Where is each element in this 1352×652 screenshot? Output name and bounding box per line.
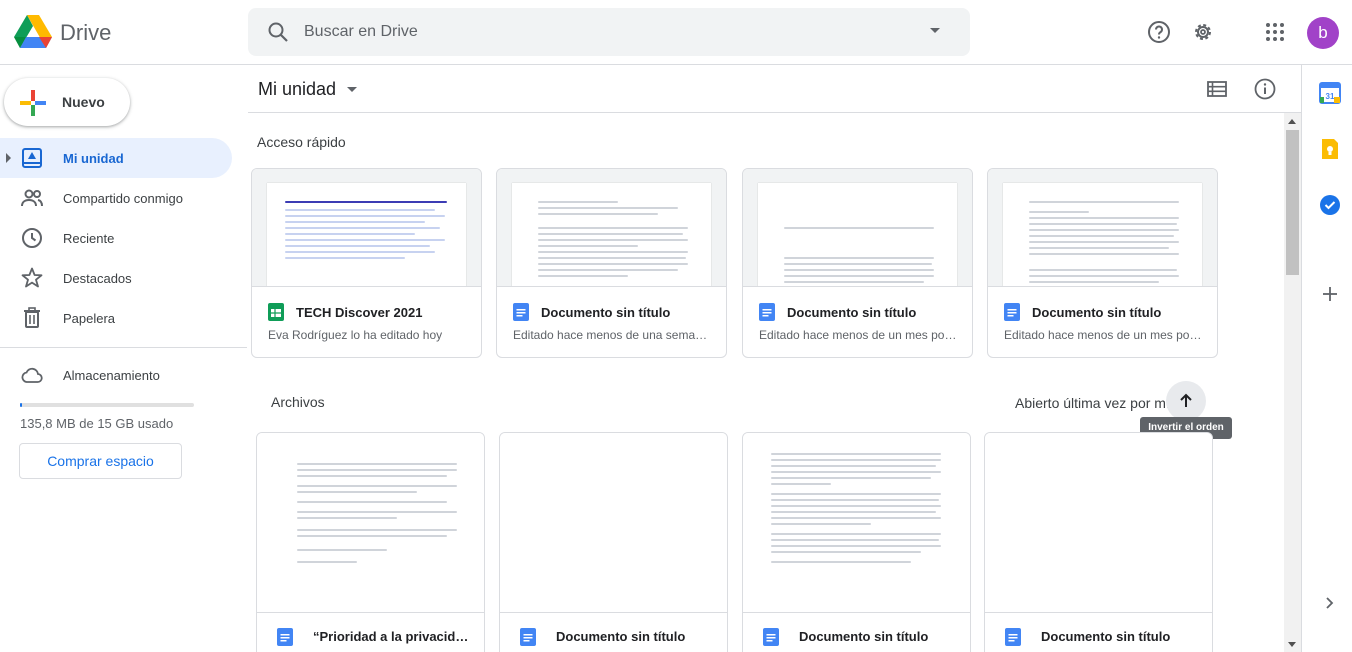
sidebar-item-trash[interactable]: Papelera [0, 298, 232, 338]
sidebar-item-starred[interactable]: Destacados [0, 258, 232, 298]
file-card[interactable]: Documento sin título [742, 432, 971, 652]
file-thumbnail [743, 433, 970, 613]
file-name: TECH Discover 2021 [296, 305, 423, 320]
keep-icon[interactable] [1319, 138, 1341, 160]
settings-gear-icon[interactable] [1191, 20, 1215, 44]
app-title[interactable]: Drive [60, 20, 111, 46]
file-name: “Prioridad a la privacidad … [313, 629, 473, 644]
cloud-icon [21, 367, 43, 383]
storage-progress-bar [20, 403, 194, 407]
tasks-icon[interactable] [1319, 194, 1341, 216]
arrow-up-icon [1180, 393, 1192, 407]
expand-panel-chevron-icon[interactable] [1319, 592, 1341, 614]
storage-usage-text: 135,8 MB de 15 GB usado [20, 416, 174, 431]
sheets-file-icon [268, 303, 284, 321]
file-thumbnail [257, 433, 484, 613]
clock-icon [22, 228, 42, 248]
file-name: Documento sin título [799, 629, 929, 644]
sidebar-item-label: Papelera [63, 311, 116, 326]
help-icon[interactable] [1147, 20, 1171, 44]
sidebar-divider [0, 347, 247, 348]
new-button-label: Nuevo [62, 94, 105, 110]
thumbnail-page [758, 183, 957, 286]
sidebar-item-storage[interactable]: Almacenamiento [0, 355, 232, 395]
file-card[interactable]: “Prioridad a la privacidad … [256, 432, 485, 652]
docs-file-icon [763, 628, 779, 646]
thumbnail-page [267, 183, 466, 286]
file-thumbnail [497, 169, 726, 287]
docs-file-icon [520, 628, 536, 646]
docs-file-icon [1005, 628, 1021, 646]
docs-file-icon [277, 628, 293, 646]
thumbnail-page [1003, 183, 1202, 286]
thumbnail-page [512, 183, 711, 286]
trash-icon [24, 307, 40, 328]
sidebar-item-label: Destacados [63, 271, 132, 286]
apps-grid-icon[interactable] [1263, 20, 1287, 44]
search-icon[interactable] [266, 20, 290, 44]
file-name: Documento sin título [1041, 629, 1171, 644]
storage-progress-fill [20, 403, 22, 407]
plus-icon [20, 90, 46, 116]
add-addon-icon[interactable] [1319, 283, 1341, 305]
file-activity: Editado hace menos de una seman… [513, 328, 713, 342]
buy-storage-button[interactable]: Comprar espacio [19, 443, 182, 479]
file-thumbnail [500, 433, 727, 613]
top-bar: Drive b [0, 0, 1352, 65]
account-avatar[interactable]: b [1307, 17, 1339, 49]
files-heading: Archivos [271, 394, 325, 410]
star-icon [21, 267, 43, 288]
my-drive-icon [22, 148, 42, 168]
file-thumbnail [252, 169, 481, 287]
file-name: Documento sin título [1032, 305, 1162, 320]
file-activity: Editado hace menos de un mes por… [759, 328, 959, 342]
quick-access-card[interactable]: TECH Discover 2021 Eva Rodríguez lo ha e… [251, 168, 482, 358]
sidebar-item-label: Almacenamiento [63, 368, 160, 383]
docs-file-icon [513, 303, 529, 321]
sidebar-item-label: Mi unidad [63, 151, 124, 166]
sort-direction-button[interactable] [1166, 381, 1206, 421]
search-bar[interactable] [248, 8, 970, 56]
sidebar-item-recent[interactable]: Reciente [0, 218, 232, 258]
quick-access-card[interactable]: Documento sin título Editado hace menos … [742, 168, 973, 358]
docs-file-icon [1004, 303, 1020, 321]
file-thumbnail [988, 169, 1217, 287]
file-thumbnail [743, 169, 972, 287]
search-options-icon[interactable] [930, 28, 940, 33]
file-name: Documento sin título [541, 305, 671, 320]
sidebar-item-shared[interactable]: Compartido conmigo [0, 178, 232, 218]
scroll-down-icon[interactable] [1288, 642, 1296, 647]
new-button[interactable]: Nuevo [4, 78, 130, 126]
file-name: Documento sin título [556, 629, 686, 644]
sort-by-label[interactable]: Abierto última vez por mí [1015, 395, 1170, 411]
info-icon[interactable] [1253, 77, 1277, 101]
title-dropdown-icon[interactable] [347, 87, 357, 92]
quick-access-heading: Acceso rápido [257, 134, 346, 150]
side-panel: 31 [1301, 65, 1352, 652]
list-view-icon[interactable] [1205, 77, 1229, 101]
sidebar-item-label: Reciente [63, 231, 115, 246]
file-name: Documento sin título [787, 305, 917, 320]
search-input[interactable] [304, 18, 904, 46]
svg-text:31: 31 [1326, 92, 1335, 101]
scroll-up-icon[interactable] [1288, 119, 1296, 124]
file-activity: Editado hace menos de un mes por… [1004, 328, 1204, 342]
quick-access-card[interactable]: Documento sin título Editado hace menos … [987, 168, 1218, 358]
calendar-icon[interactable]: 31 [1319, 82, 1341, 104]
page-title[interactable]: Mi unidad [258, 79, 336, 100]
file-card[interactable]: Documento sin título [984, 432, 1213, 652]
file-activity: Eva Rodríguez lo ha editado hoy [268, 328, 443, 342]
drive-logo[interactable] [14, 15, 52, 49]
expand-arrow-icon[interactable] [6, 153, 11, 163]
shared-people-icon [21, 189, 43, 207]
sidebar-item-label: Compartido conmigo [63, 191, 183, 206]
file-card[interactable]: Documento sin título [499, 432, 728, 652]
quick-access-card[interactable]: Documento sin título Editado hace menos … [496, 168, 727, 358]
main-divider [248, 112, 1301, 113]
docs-file-icon [759, 303, 775, 321]
sidebar-item-my-drive[interactable]: Mi unidad [0, 138, 232, 178]
file-thumbnail [985, 433, 1212, 613]
scrollbar-thumb[interactable] [1286, 130, 1299, 275]
